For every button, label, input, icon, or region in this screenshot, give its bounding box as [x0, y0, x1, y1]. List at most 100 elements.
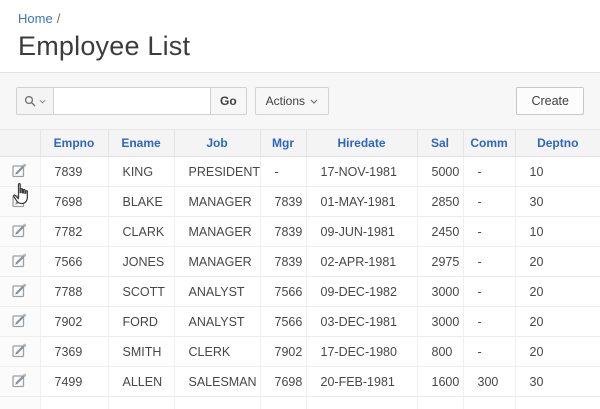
cell-empno: 7698 — [40, 187, 108, 217]
cell-job: SALESMAN — [174, 367, 260, 397]
cell-comm: - — [463, 247, 515, 277]
actions-label: Actions — [266, 94, 305, 108]
cell-hiredate: 17-NOV-1981 — [306, 157, 417, 187]
cell-hiredate: 09-DEC-1982 — [306, 277, 417, 307]
cell-comm: - — [463, 157, 515, 187]
cell-empno: 7839 — [40, 157, 108, 187]
cell-job: PRESIDENT — [174, 157, 260, 187]
page-header: Home/ Employee List — [0, 0, 600, 72]
cell-hiredate: 02-APR-1981 — [306, 247, 417, 277]
column-header-ename[interactable]: Ename — [108, 130, 174, 157]
cell-deptno: 10 — [515, 217, 600, 247]
search-options-button[interactable] — [16, 87, 54, 115]
search-group: Go — [16, 87, 247, 115]
cell-sal: 1600 — [417, 367, 463, 397]
column-header-sal[interactable]: Sal — [417, 130, 463, 157]
cell-job: ANALYST — [174, 307, 260, 337]
cell-ename: CLARK — [108, 217, 174, 247]
cell-empno: 7566 — [40, 247, 108, 277]
cell-empty — [463, 397, 515, 409]
table-row: 7499ALLENSALESMAN769820-FEB-198116003003… — [0, 367, 600, 397]
cell-job: CLERK — [174, 337, 260, 367]
chevron-down-icon — [39, 99, 46, 104]
cell-empno: 7782 — [40, 217, 108, 247]
cell-ename: SCOTT — [108, 277, 174, 307]
cell-job: ANALYST — [174, 277, 260, 307]
column-header-deptno[interactable]: Deptno — [515, 130, 600, 157]
cell-ename: FORD — [108, 307, 174, 337]
cell-sal: 2975 — [417, 247, 463, 277]
cell-empno: 7788 — [40, 277, 108, 307]
cell-mgr: 7839 — [260, 247, 306, 277]
breadcrumb: Home/ — [18, 11, 582, 26]
cell-mgr: 7698 — [260, 367, 306, 397]
cell-deptno: 30 — [515, 367, 600, 397]
cell-mgr: 7566 — [260, 277, 306, 307]
cell-ename: SMITH — [108, 337, 174, 367]
cell-mgr: 7839 — [260, 217, 306, 247]
cell-sal: 5000 — [417, 157, 463, 187]
cell-sal: 3000 — [417, 307, 463, 337]
cell-empno: 7499 — [40, 367, 108, 397]
column-header-hiredate[interactable]: Hiredate — [306, 130, 417, 157]
cell-deptno: 10 — [515, 157, 600, 187]
search-input[interactable] — [53, 87, 211, 115]
create-button[interactable]: Create — [516, 87, 584, 115]
table-row: 7902FORDANALYST756603-DEC-19813000-20 — [0, 307, 600, 337]
cell-ename: KING — [108, 157, 174, 187]
cell-empty — [306, 397, 417, 409]
cell-mgr: - — [260, 157, 306, 187]
cell-empno: 7902 — [40, 307, 108, 337]
cell-job: MANAGER — [174, 217, 260, 247]
cell-comm: 300 — [463, 367, 515, 397]
cell-mgr: 7839 — [260, 187, 306, 217]
cell-hiredate: 20-FEB-1981 — [306, 367, 417, 397]
edit-row-button[interactable] — [0, 307, 40, 337]
cell-sal: 2450 — [417, 217, 463, 247]
cell-empty — [40, 397, 108, 409]
cell-comm: - — [463, 277, 515, 307]
cell-job: MANAGER — [174, 187, 260, 217]
search-icon — [24, 95, 37, 108]
cell-empno: 7369 — [40, 337, 108, 367]
cell-empty — [174, 397, 260, 409]
cell-deptno: 20 — [515, 307, 600, 337]
edit-row-button[interactable] — [0, 277, 40, 307]
table-row: 7566JONESMANAGER783902-APR-19812975-20 — [0, 247, 600, 277]
column-header-job[interactable]: Job — [174, 130, 260, 157]
report-toolbar: Go Actions Create — [0, 73, 600, 129]
report-region: Go Actions Create EmpnoEnameJobMgrHireda… — [0, 72, 600, 409]
cell-deptno: 20 — [515, 247, 600, 277]
table-row: 7782CLARKMANAGER783909-JUN-19812450-10 — [0, 217, 600, 247]
breadcrumb-home-link[interactable]: Home — [18, 11, 53, 26]
go-button[interactable]: Go — [210, 87, 247, 115]
table-header-row: EmpnoEnameJobMgrHiredateSalCommDeptno — [0, 130, 600, 157]
table-row: 7788SCOTTANALYST756609-DEC-19823000-20 — [0, 277, 600, 307]
chevron-down-icon — [310, 99, 318, 104]
edit-row-button[interactable] — [0, 247, 40, 277]
cell-empty — [260, 397, 306, 409]
column-header-empno[interactable]: Empno — [40, 130, 108, 157]
edit-row-button[interactable] — [0, 337, 40, 367]
table-row-partial — [0, 397, 600, 409]
cell-deptno: 20 — [515, 337, 600, 367]
cell-sal: 800 — [417, 337, 463, 367]
cell-comm: - — [463, 337, 515, 367]
edit-row-button[interactable] — [0, 187, 40, 217]
edit-row-button[interactable] — [0, 217, 40, 247]
cell-hiredate: 17-DEC-1980 — [306, 337, 417, 367]
table-row: 7698BLAKEMANAGER783901-MAY-19812850-30 — [0, 187, 600, 217]
cell-hiredate: 03-DEC-1981 — [306, 307, 417, 337]
cell-sal: 2850 — [417, 187, 463, 217]
edit-row-button[interactable] — [0, 157, 40, 187]
table-row: 7839KINGPRESIDENT-17-NOV-19815000-10 — [0, 157, 600, 187]
cell-hiredate: 09-JUN-1981 — [306, 217, 417, 247]
column-header-mgr[interactable]: Mgr — [260, 130, 306, 157]
cell-comm: - — [463, 187, 515, 217]
table-row: 7369SMITHCLERK790217-DEC-1980800-20 — [0, 337, 600, 367]
column-header-comm[interactable]: Comm — [463, 130, 515, 157]
cell-deptno: 30 — [515, 187, 600, 217]
actions-menu-button[interactable]: Actions — [255, 87, 329, 115]
edit-row-button[interactable] — [0, 367, 40, 397]
cell-mgr: 7566 — [260, 307, 306, 337]
